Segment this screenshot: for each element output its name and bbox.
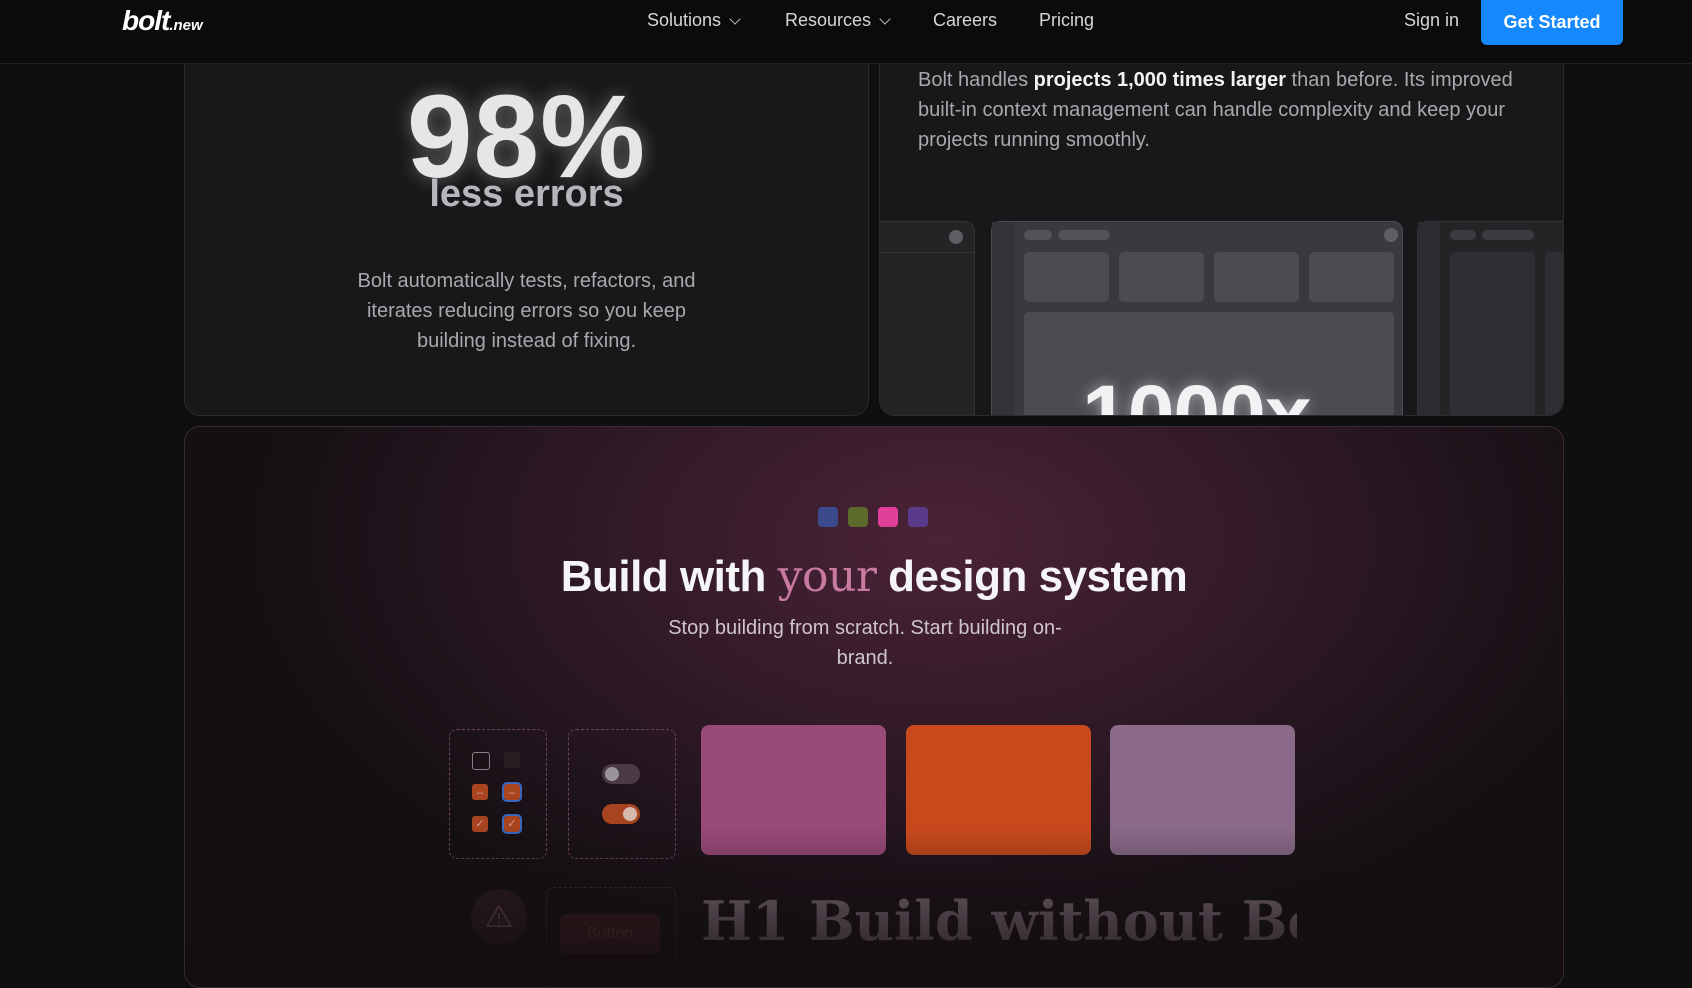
mockup-pill (1450, 230, 1476, 240)
nav-solutions-label: Solutions (647, 10, 722, 30)
mockup-tile (1309, 252, 1394, 302)
nav-pricing-label: Pricing (1039, 10, 1095, 30)
mockup-pill (1024, 230, 1052, 240)
warning-icon (486, 905, 512, 927)
nav-resources[interactable]: Resources (785, 10, 891, 31)
typography-sample-wrap: Build without Boun (809, 889, 1297, 953)
scale-stat: 1000x (1082, 368, 1312, 416)
checkbox-empty-dark[interactable] (504, 752, 520, 768)
swatch-purple (908, 507, 928, 527)
mockup-pill (1482, 230, 1534, 240)
design-title-prefix: Build with (560, 552, 778, 601)
toggle-off[interactable] (602, 764, 640, 784)
sign-in-link[interactable]: Sign in (1404, 10, 1459, 31)
design-title-highlight: your (777, 551, 877, 602)
mockup-dot (1384, 228, 1398, 242)
nav-solutions[interactable]: Solutions (647, 10, 741, 31)
checkbox-indeterminate-focused[interactable]: – (502, 782, 522, 802)
design-system-section: Build with your design system Stop build… (184, 426, 1564, 988)
app-mockup-right (1417, 221, 1563, 415)
checkbox-checked[interactable]: ✓ (472, 816, 488, 832)
swatch-olive (848, 507, 868, 527)
toggle-on[interactable] (602, 804, 640, 824)
get-started-button[interactable]: Get Started (1481, 0, 1623, 45)
mockup-tile (1545, 252, 1563, 415)
color-tile-pink (701, 725, 886, 855)
app-mockup-main: 1000x (991, 221, 1403, 416)
typography-h1-sample: Build without Boun (809, 889, 1297, 953)
mockup-dot (949, 230, 963, 244)
swatch-blue (818, 507, 838, 527)
color-swatches (818, 507, 928, 527)
nav-resources-label: Resources (785, 10, 872, 30)
chevron-down-icon (729, 12, 741, 25)
logo-suffix: .new (169, 17, 203, 34)
mockup-tile (1214, 252, 1299, 302)
demo-button[interactable]: Button (560, 914, 660, 954)
errors-stat-label: less errors (429, 173, 624, 215)
checkbox-checked-focused[interactable]: ✓ (502, 814, 522, 834)
nav-careers-label: Careers (933, 10, 998, 30)
mockup-tile (1119, 252, 1204, 302)
mockup-tile (1450, 252, 1535, 415)
swatch-pink (878, 507, 898, 527)
top-navbar: bolt.new Solutions Resources Careers Pri… (0, 0, 1692, 64)
typography-h1-label: H1 (701, 889, 790, 953)
scale-description: Bolt handles projects 1,000 times larger… (918, 65, 1518, 155)
design-title-suffix: design system (876, 552, 1188, 601)
color-tile-mauve (1110, 725, 1295, 855)
mockup-pill (1058, 230, 1110, 240)
warning-badge (471, 889, 527, 945)
checkbox-demo: – – ✓ ✓ (449, 729, 547, 859)
nav-careers[interactable]: Careers (933, 10, 997, 31)
nav-pricing[interactable]: Pricing (1039, 10, 1094, 31)
logo-text: bolt (122, 5, 170, 36)
color-tile-orange (906, 725, 1091, 855)
toggle-demo (568, 729, 676, 859)
app-mockup-left (880, 221, 975, 415)
bolt-logo[interactable]: bolt.new (122, 5, 203, 37)
chevron-down-icon (879, 12, 891, 25)
scale-desc-bold: projects 1,000 times larger (1033, 69, 1286, 91)
mockup-tile (1024, 252, 1109, 302)
scale-desc-prefix: Bolt handles (918, 69, 1034, 91)
button-demo: Button (546, 887, 676, 987)
design-subtitle: Stop building from scratch. Start buildi… (668, 617, 1062, 669)
checkbox-empty[interactable] (472, 752, 490, 770)
errors-description: Bolt automatically tests, refactors, and… (357, 270, 696, 352)
checkbox-indeterminate[interactable]: – (472, 784, 488, 800)
design-title: Build with your design system (185, 551, 1563, 602)
